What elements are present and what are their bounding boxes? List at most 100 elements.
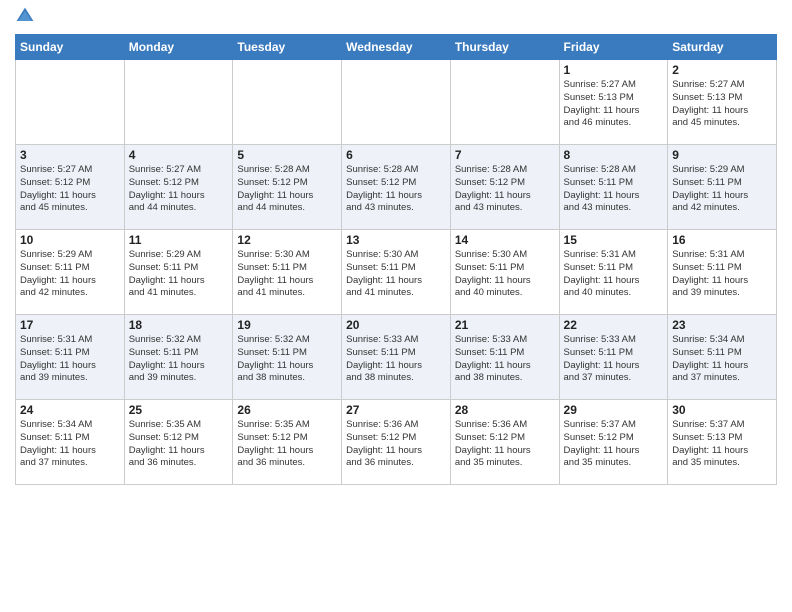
weekday-header-row: SundayMondayTuesdayWednesdayThursdayFrid… <box>16 35 777 60</box>
day-info: Sunrise: 5:30 AMSunset: 5:11 PMDaylight:… <box>346 249 446 300</box>
day-number: 4 <box>129 148 229 162</box>
calendar-header: SundayMondayTuesdayWednesdayThursdayFrid… <box>16 35 777 60</box>
calendar-cell: 29 Sunrise: 5:37 AMSunset: 5:12 PMDayligh… <box>559 400 668 485</box>
day-info: Sunrise: 5:30 AMSunset: 5:11 PMDaylight:… <box>237 249 337 300</box>
day-info: Sunrise: 5:33 AMSunset: 5:11 PMDaylight:… <box>346 334 446 385</box>
calendar-week-row: 17 Sunrise: 5:31 AMSunset: 5:11 PMDayligh… <box>16 315 777 400</box>
day-number: 24 <box>20 403 120 417</box>
calendar-cell: 20 Sunrise: 5:33 AMSunset: 5:11 PMDayligh… <box>342 315 451 400</box>
day-info: Sunrise: 5:29 AMSunset: 5:11 PMDaylight:… <box>20 249 120 300</box>
day-number: 16 <box>672 233 772 247</box>
calendar-cell: 16 Sunrise: 5:31 AMSunset: 5:11 PMDayligh… <box>668 230 777 315</box>
calendar-cell <box>16 60 125 145</box>
day-number: 26 <box>237 403 337 417</box>
day-info: Sunrise: 5:35 AMSunset: 5:12 PMDaylight:… <box>237 419 337 470</box>
day-info: Sunrise: 5:37 AMSunset: 5:12 PMDaylight:… <box>564 419 664 470</box>
day-info: Sunrise: 5:28 AMSunset: 5:12 PMDaylight:… <box>237 164 337 215</box>
day-number: 23 <box>672 318 772 332</box>
day-info: Sunrise: 5:27 AMSunset: 5:12 PMDaylight:… <box>20 164 120 215</box>
day-number: 30 <box>672 403 772 417</box>
calendar-cell: 5 Sunrise: 5:28 AMSunset: 5:12 PMDaylight… <box>233 145 342 230</box>
calendar-week-row: 1 Sunrise: 5:27 AMSunset: 5:13 PMDaylight… <box>16 60 777 145</box>
logo-icon <box>15 6 35 26</box>
calendar-cell: 7 Sunrise: 5:28 AMSunset: 5:12 PMDaylight… <box>450 145 559 230</box>
day-number: 1 <box>564 63 664 77</box>
day-info: Sunrise: 5:29 AMSunset: 5:11 PMDaylight:… <box>129 249 229 300</box>
calendar-cell: 12 Sunrise: 5:30 AMSunset: 5:11 PMDayligh… <box>233 230 342 315</box>
day-info: Sunrise: 5:35 AMSunset: 5:12 PMDaylight:… <box>129 419 229 470</box>
day-info: Sunrise: 5:27 AMSunset: 5:13 PMDaylight:… <box>564 79 664 130</box>
calendar-cell: 25 Sunrise: 5:35 AMSunset: 5:12 PMDayligh… <box>124 400 233 485</box>
day-info: Sunrise: 5:31 AMSunset: 5:11 PMDaylight:… <box>672 249 772 300</box>
calendar-week-row: 3 Sunrise: 5:27 AMSunset: 5:12 PMDaylight… <box>16 145 777 230</box>
weekday-header-friday: Friday <box>559 35 668 60</box>
day-info: Sunrise: 5:30 AMSunset: 5:11 PMDaylight:… <box>455 249 555 300</box>
day-number: 13 <box>346 233 446 247</box>
calendar-cell: 11 Sunrise: 5:29 AMSunset: 5:11 PMDayligh… <box>124 230 233 315</box>
day-info: Sunrise: 5:28 AMSunset: 5:12 PMDaylight:… <box>346 164 446 215</box>
header <box>15 10 777 26</box>
weekday-header-wednesday: Wednesday <box>342 35 451 60</box>
day-info: Sunrise: 5:28 AMSunset: 5:11 PMDaylight:… <box>564 164 664 215</box>
day-info: Sunrise: 5:31 AMSunset: 5:11 PMDaylight:… <box>564 249 664 300</box>
day-number: 10 <box>20 233 120 247</box>
day-number: 12 <box>237 233 337 247</box>
day-number: 2 <box>672 63 772 77</box>
day-number: 20 <box>346 318 446 332</box>
calendar-cell: 22 Sunrise: 5:33 AMSunset: 5:11 PMDayligh… <box>559 315 668 400</box>
calendar-cell: 3 Sunrise: 5:27 AMSunset: 5:12 PMDaylight… <box>16 145 125 230</box>
calendar-cell: 10 Sunrise: 5:29 AMSunset: 5:11 PMDayligh… <box>16 230 125 315</box>
calendar-cell: 8Sunrise: 5:28 AMSunset: 5:11 PMDaylight… <box>559 145 668 230</box>
calendar-cell: 2 Sunrise: 5:27 AMSunset: 5:13 PMDaylight… <box>668 60 777 145</box>
day-number: 3 <box>20 148 120 162</box>
calendar-cell <box>233 60 342 145</box>
day-number: 17 <box>20 318 120 332</box>
day-info: Sunrise: 5:28 AMSunset: 5:12 PMDaylight:… <box>455 164 555 215</box>
day-info: Sunrise: 5:33 AMSunset: 5:11 PMDaylight:… <box>455 334 555 385</box>
day-info: Sunrise: 5:32 AMSunset: 5:11 PMDaylight:… <box>237 334 337 385</box>
day-info: Sunrise: 5:36 AMSunset: 5:12 PMDaylight:… <box>455 419 555 470</box>
calendar-cell: 17 Sunrise: 5:31 AMSunset: 5:11 PMDayligh… <box>16 315 125 400</box>
calendar-body: 1 Sunrise: 5:27 AMSunset: 5:13 PMDaylight… <box>16 60 777 485</box>
calendar-cell: 30 Sunrise: 5:37 AMSunset: 5:13 PMDayligh… <box>668 400 777 485</box>
day-info: Sunrise: 5:27 AMSunset: 5:13 PMDaylight:… <box>672 79 772 130</box>
calendar-cell <box>342 60 451 145</box>
day-number: 25 <box>129 403 229 417</box>
weekday-header-saturday: Saturday <box>668 35 777 60</box>
day-info: Sunrise: 5:31 AMSunset: 5:11 PMDaylight:… <box>20 334 120 385</box>
day-info: Sunrise: 5:32 AMSunset: 5:11 PMDaylight:… <box>129 334 229 385</box>
day-number: 22 <box>564 318 664 332</box>
day-number: 11 <box>129 233 229 247</box>
calendar-cell: 21Sunrise: 5:33 AMSunset: 5:11 PMDayligh… <box>450 315 559 400</box>
calendar-cell: 1 Sunrise: 5:27 AMSunset: 5:13 PMDaylight… <box>559 60 668 145</box>
calendar-cell: 9Sunrise: 5:29 AMSunset: 5:11 PMDaylight… <box>668 145 777 230</box>
calendar-cell: 26 Sunrise: 5:35 AMSunset: 5:12 PMDayligh… <box>233 400 342 485</box>
calendar: SundayMondayTuesdayWednesdayThursdayFrid… <box>15 34 777 485</box>
calendar-cell: 27Sunrise: 5:36 AMSunset: 5:12 PMDayligh… <box>342 400 451 485</box>
calendar-week-row: 24 Sunrise: 5:34 AMSunset: 5:11 PMDayligh… <box>16 400 777 485</box>
day-info: Sunrise: 5:37 AMSunset: 5:13 PMDaylight:… <box>672 419 772 470</box>
calendar-cell: 18Sunrise: 5:32 AMSunset: 5:11 PMDayligh… <box>124 315 233 400</box>
calendar-cell: 13 Sunrise: 5:30 AMSunset: 5:11 PMDayligh… <box>342 230 451 315</box>
weekday-header-tuesday: Tuesday <box>233 35 342 60</box>
calendar-week-row: 10 Sunrise: 5:29 AMSunset: 5:11 PMDayligh… <box>16 230 777 315</box>
calendar-cell <box>124 60 233 145</box>
calendar-cell: 24 Sunrise: 5:34 AMSunset: 5:11 PMDayligh… <box>16 400 125 485</box>
logo <box>15 18 37 26</box>
day-number: 5 <box>237 148 337 162</box>
day-number: 29 <box>564 403 664 417</box>
weekday-header-monday: Monday <box>124 35 233 60</box>
day-number: 15 <box>564 233 664 247</box>
day-number: 7 <box>455 148 555 162</box>
day-number: 19 <box>237 318 337 332</box>
calendar-cell: 28Sunrise: 5:36 AMSunset: 5:12 PMDayligh… <box>450 400 559 485</box>
day-info: Sunrise: 5:34 AMSunset: 5:11 PMDaylight:… <box>20 419 120 470</box>
day-number: 9 <box>672 148 772 162</box>
calendar-cell: 15 Sunrise: 5:31 AMSunset: 5:11 PMDayligh… <box>559 230 668 315</box>
calendar-cell: 23Sunrise: 5:34 AMSunset: 5:11 PMDayligh… <box>668 315 777 400</box>
calendar-cell: 19 Sunrise: 5:32 AMSunset: 5:11 PMDayligh… <box>233 315 342 400</box>
day-info: Sunrise: 5:33 AMSunset: 5:11 PMDaylight:… <box>564 334 664 385</box>
calendar-cell: 14Sunrise: 5:30 AMSunset: 5:11 PMDayligh… <box>450 230 559 315</box>
calendar-cell: 4Sunrise: 5:27 AMSunset: 5:12 PMDaylight… <box>124 145 233 230</box>
page: SundayMondayTuesdayWednesdayThursdayFrid… <box>0 0 792 500</box>
